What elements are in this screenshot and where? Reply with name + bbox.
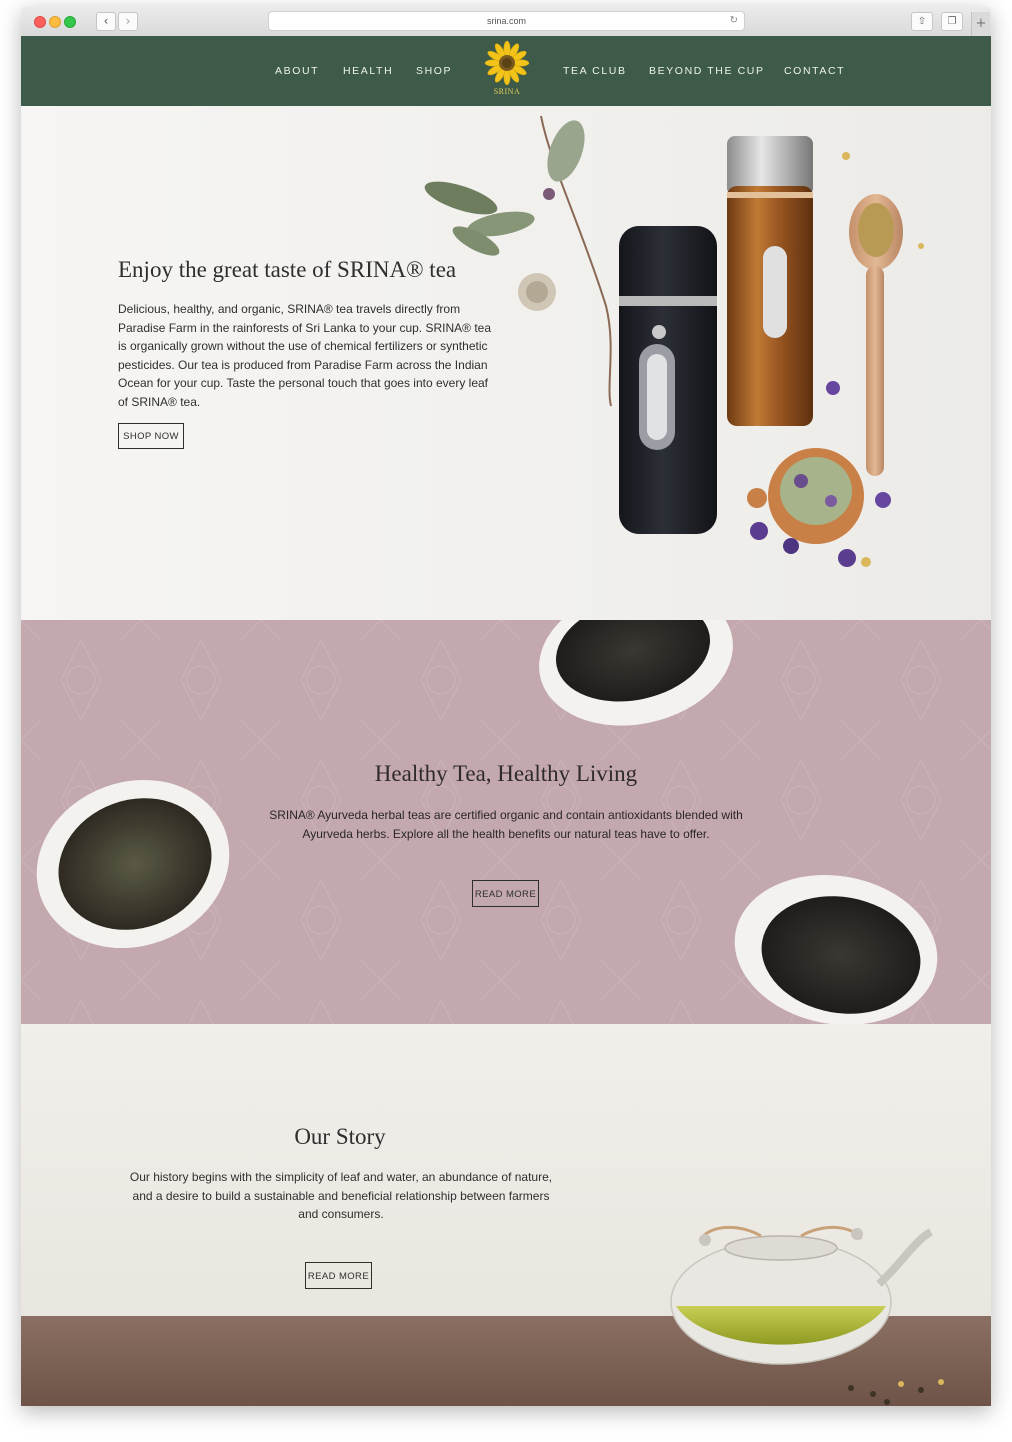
forward-icon[interactable]: › <box>118 12 138 31</box>
shop-now-button[interactable]: SHOP NOW <box>118 423 184 449</box>
hero-title: Enjoy the great taste of SRINA® tea <box>118 257 457 282</box>
show-tabs-icon[interactable]: ❐ <box>941 12 963 31</box>
url-text: srina.com <box>486 16 526 26</box>
health-title: Healthy Tea, Healthy Living <box>374 761 638 786</box>
browser-window: ‹ › srina.com ↻ ⇧ ❐ + ABOUT HEALTH SHOP <box>21 6 991 1406</box>
health-section: Healthy Tea, Healthy Living SRINA® Ayurv… <box>21 620 991 1024</box>
site-nav: ABOUT HEALTH SHOP SRINA TEA CLUB BEYOND … <box>21 36 991 106</box>
share-icon[interactable]: ⇧ <box>911 12 933 31</box>
reload-icon[interactable]: ↻ <box>730 12 738 30</box>
story-title: Our Story <box>294 1124 386 1149</box>
story-section: Our Story Our history begins with the si… <box>21 1024 991 1406</box>
close-window-button[interactable] <box>34 16 46 28</box>
minimize-window-button[interactable] <box>49 16 61 28</box>
nav-beyond-the-cup[interactable]: BEYOND THE CUP <box>649 65 765 77</box>
nav-health[interactable]: HEALTH <box>343 65 393 77</box>
nav-shop[interactable]: SHOP <box>416 65 452 77</box>
logo-wordmark: SRINA <box>493 87 521 96</box>
nav-about[interactable]: ABOUT <box>275 65 319 77</box>
story-read-more-button[interactable]: READ MORE <box>305 1262 372 1289</box>
story-description: Our history begins with the simplicity o… <box>129 1170 553 1221</box>
sunflower-logo-icon <box>484 40 530 86</box>
health-read-more-button[interactable]: READ MORE <box>472 880 539 907</box>
nav-contact[interactable]: CONTACT <box>784 65 845 77</box>
maximize-window-button[interactable] <box>64 16 76 28</box>
hero-section: Enjoy the great taste of SRINA® tea Deli… <box>21 106 991 620</box>
hero-description: Delicious, healthy, and organic, SRINA® … <box>118 302 492 409</box>
address-bar[interactable]: srina.com ↻ <box>268 11 745 31</box>
new-tab-icon[interactable]: + <box>971 12 990 36</box>
browser-toolbar: ‹ › srina.com ↻ ⇧ ❐ + <box>21 6 991 37</box>
nav-tea-club[interactable]: TEA CLUB <box>563 65 627 77</box>
back-icon[interactable]: ‹ <box>96 12 116 31</box>
health-description: SRINA® Ayurveda herbal teas are certifie… <box>269 808 743 841</box>
srina-logo[interactable]: SRINA <box>484 40 530 102</box>
